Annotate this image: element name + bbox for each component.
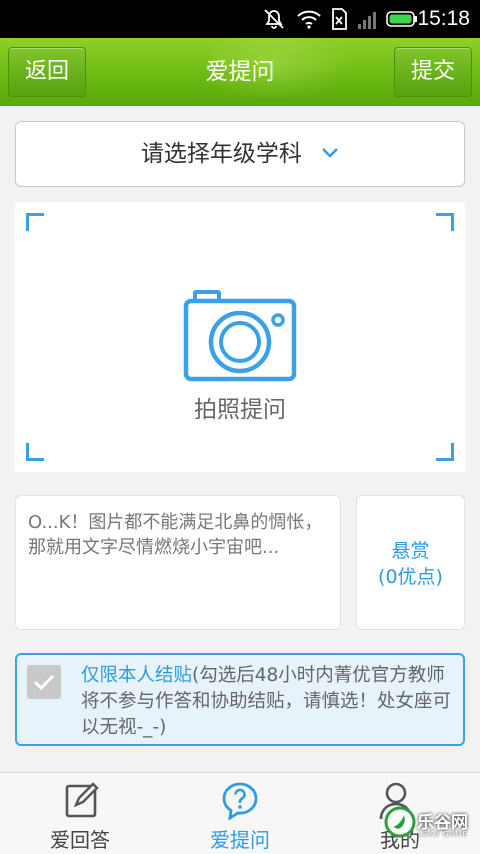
- wifi-icon: [297, 10, 321, 29]
- watermark-subtext: LEKU GAME: [418, 830, 468, 838]
- tab-ask[interactable]: 爱提问: [160, 773, 320, 854]
- restriction-highlight: 仅限本人结贴: [81, 665, 193, 686]
- battery-icon: [386, 11, 417, 27]
- restriction-text: 仅限本人结贴(勾选后48小时内菁优官方教师将不参与作答和协助结贴，请慎选！处女座…: [81, 663, 451, 741]
- subject-selector[interactable]: 请选择年级学科: [15, 121, 465, 187]
- edit-icon: [65, 782, 99, 818]
- mute-bell-icon: [264, 9, 284, 29]
- restriction-option[interactable]: 仅限本人结贴(勾选后48小时内菁优官方教师将不参与作答和协助结贴，请慎选！处女座…: [15, 653, 465, 746]
- frame-corner-bottom-left: [26, 443, 44, 461]
- question-text-input[interactable]: O...K！图片都不能满足北鼻的惆怅，那就用文字尽情燃烧小宇宙吧...: [15, 495, 341, 630]
- restriction-checkbox[interactable]: [27, 665, 61, 699]
- tab-answer-label: 爱回答: [50, 828, 110, 852]
- reward-label: 悬赏: [391, 540, 430, 562]
- photo-capture-label: 拍照提问: [194, 397, 286, 423]
- no-sim-icon: [332, 8, 347, 30]
- frame-corner-top-right: [436, 213, 454, 231]
- status-time: 15:18: [417, 7, 470, 30]
- camera-icon: [183, 290, 297, 382]
- frame-corner-bottom-right: [436, 443, 454, 461]
- signal-icon: [358, 12, 376, 29]
- reward-selector[interactable]: 悬赏 (0优点): [356, 495, 465, 630]
- watermark-logo-icon: [384, 806, 416, 838]
- photo-capture-area[interactable]: 拍照提问: [15, 202, 465, 472]
- app-header: 返回 爱提问 提交: [0, 38, 480, 106]
- checkmark-icon: [33, 674, 55, 691]
- tab-ask-label: 爱提问: [210, 828, 270, 852]
- reward-points: (0优点): [378, 566, 443, 588]
- site-watermark: 乐谷网 LEKU GAME: [380, 800, 480, 854]
- frame-corner-top-left: [26, 213, 44, 231]
- question-bubble-icon: [222, 782, 258, 821]
- submit-button[interactable]: 提交: [394, 47, 472, 97]
- chevron-down-icon: [322, 147, 339, 158]
- status-bar: 15:18: [0, 0, 480, 38]
- subject-selector-label: 请选择年级学科: [140, 141, 302, 167]
- tab-answer[interactable]: 爱回答: [0, 773, 160, 854]
